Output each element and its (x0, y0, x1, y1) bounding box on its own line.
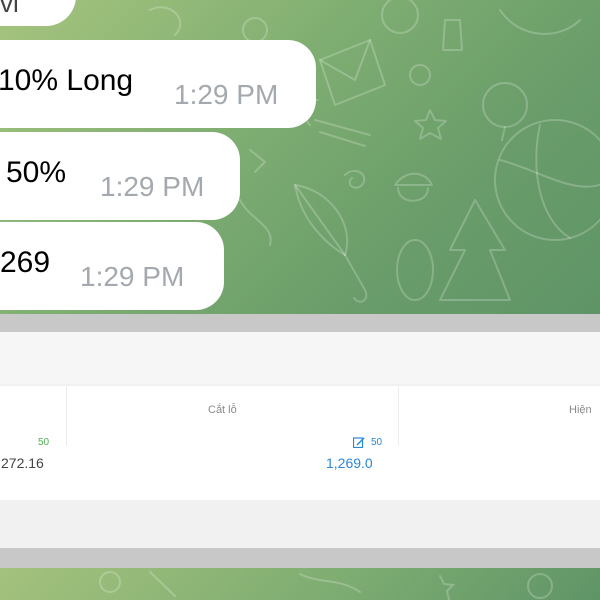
column-divider (398, 386, 399, 446)
screenshot: vi 10% Long 1:29 PM 50% 1:29 PM 269 1:29… (0, 0, 600, 600)
chat-background-pattern (99, 571, 553, 600)
divider-bar (0, 314, 600, 332)
column-divider (66, 386, 67, 446)
message-text: 50% (6, 156, 67, 189)
stop-loss-leverage: 50 (371, 437, 383, 448)
message-text: vi (0, 0, 19, 18)
message-text: 269 (0, 246, 51, 279)
leverage-label: 50 (38, 437, 50, 448)
message-time: 1:29 PM (100, 171, 205, 202)
positions-table: Cắt lỗ Hiện 50 272.16 50 1,269.0 (0, 386, 600, 500)
message-bubble[interactable]: 10% Long 1:29 PM (0, 40, 316, 128)
column-header-current: Hiện (569, 404, 592, 416)
edit-icon[interactable] (353, 436, 365, 448)
stop-loss-value[interactable]: 1,269.0 (326, 455, 373, 471)
message-time: 1:29 PM (80, 261, 185, 292)
panel-header-strip (0, 332, 600, 384)
divider-bar (0, 548, 600, 568)
column-header-stop-loss: Cắt lỗ (208, 404, 237, 416)
message-text: 10% Long (0, 64, 134, 97)
entry-price: 272.16 (1, 455, 44, 471)
message-bubble[interactable]: 50% 1:29 PM (0, 132, 240, 220)
chat-area: vi 10% Long 1:29 PM 50% 1:29 PM 269 1:29… (0, 0, 600, 314)
chat-area-bottom (0, 568, 600, 600)
message-time: 1:29 PM (174, 79, 279, 110)
message-bubble[interactable]: 269 1:29 PM (0, 222, 224, 310)
panel-footer-strip (0, 502, 600, 528)
